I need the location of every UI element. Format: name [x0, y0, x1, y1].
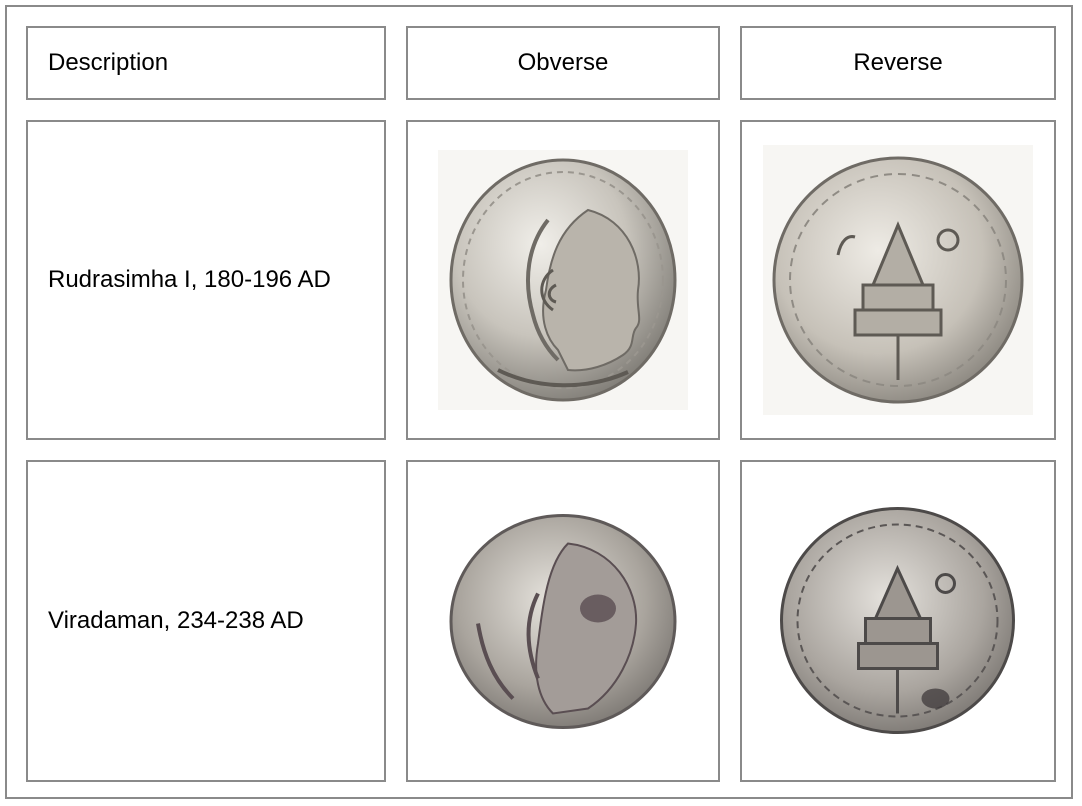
silver-coin-obverse-portrait-icon	[438, 150, 688, 410]
header-reverse-label: Reverse	[853, 49, 943, 76]
silver-coin-obverse-portrait-icon	[438, 503, 688, 739]
header-description: Description	[26, 26, 386, 100]
silver-coin-reverse-chaitya-icon	[770, 498, 1026, 744]
row-1-reverse	[740, 120, 1056, 440]
row-1-obverse	[406, 120, 720, 440]
row-2-description-text: Viradaman, 234-238 AD	[48, 607, 304, 634]
row-1-description: Rudrasimha I, 180-196 AD	[26, 120, 386, 440]
header-reverse: Reverse	[740, 26, 1056, 100]
header-description-label: Description	[48, 49, 169, 76]
row-2-obverse	[406, 460, 720, 782]
header-obverse-label: Obverse	[517, 49, 609, 76]
row-2-reverse	[740, 460, 1056, 782]
silver-coin-reverse-chaitya-icon	[763, 145, 1033, 415]
row-1-description-text: Rudrasimha I, 180-196 AD	[48, 266, 331, 293]
row-2-description: Viradaman, 234-238 AD	[26, 460, 386, 782]
header-obverse: Obverse	[406, 26, 720, 100]
